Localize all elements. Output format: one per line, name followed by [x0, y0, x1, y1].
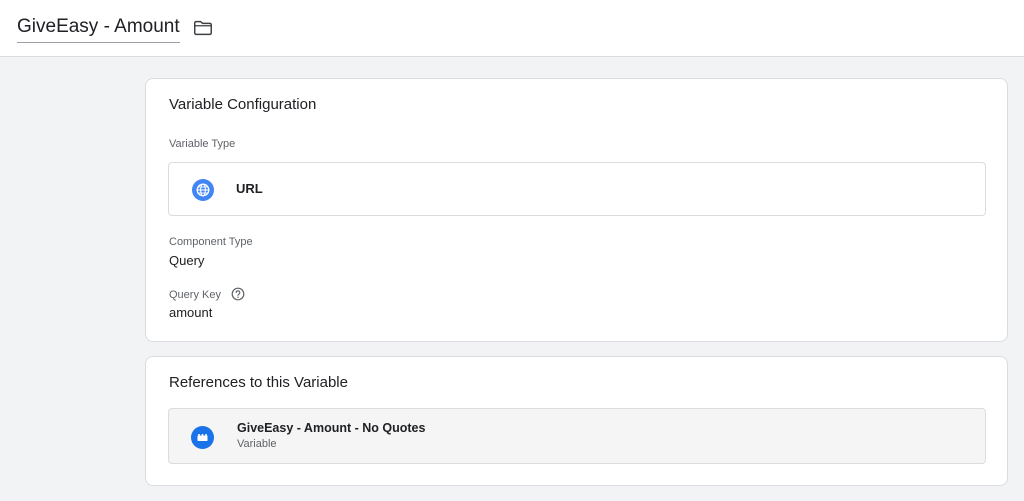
- component-type-label: Component Type: [169, 236, 253, 248]
- reference-name: GiveEasy - Amount - No Quotes: [237, 421, 426, 435]
- variable-type-label: Variable Type: [169, 138, 236, 150]
- title-area: GiveEasy - Amount: [17, 13, 214, 43]
- card-title: References to this Variable: [169, 374, 348, 391]
- variable-type-selector[interactable]: URL: [168, 162, 986, 216]
- globe-icon: [192, 179, 214, 201]
- card-title: Variable Configuration: [169, 96, 317, 113]
- help-circle-icon[interactable]: [231, 287, 245, 301]
- folder-icon[interactable]: [192, 17, 214, 39]
- reference-type: Variable: [237, 438, 277, 450]
- query-key-label-row: Query Key: [169, 287, 245, 301]
- reference-item[interactable]: GiveEasy - Amount - No Quotes Variable: [168, 408, 986, 464]
- variable-name-title[interactable]: GiveEasy - Amount: [17, 13, 180, 43]
- references-card: References to this Variable GiveEasy - A…: [145, 356, 1008, 486]
- query-key-value: amount: [169, 305, 213, 320]
- query-key-label: Query Key: [169, 289, 221, 301]
- top-bar: GiveEasy - Amount: [0, 0, 1024, 57]
- variable-brick-icon: [191, 426, 214, 449]
- variable-type-name: URL: [236, 181, 263, 196]
- variable-configuration-card[interactable]: Variable Configuration Variable Type URL…: [145, 78, 1008, 342]
- component-type-value: Query: [169, 253, 205, 268]
